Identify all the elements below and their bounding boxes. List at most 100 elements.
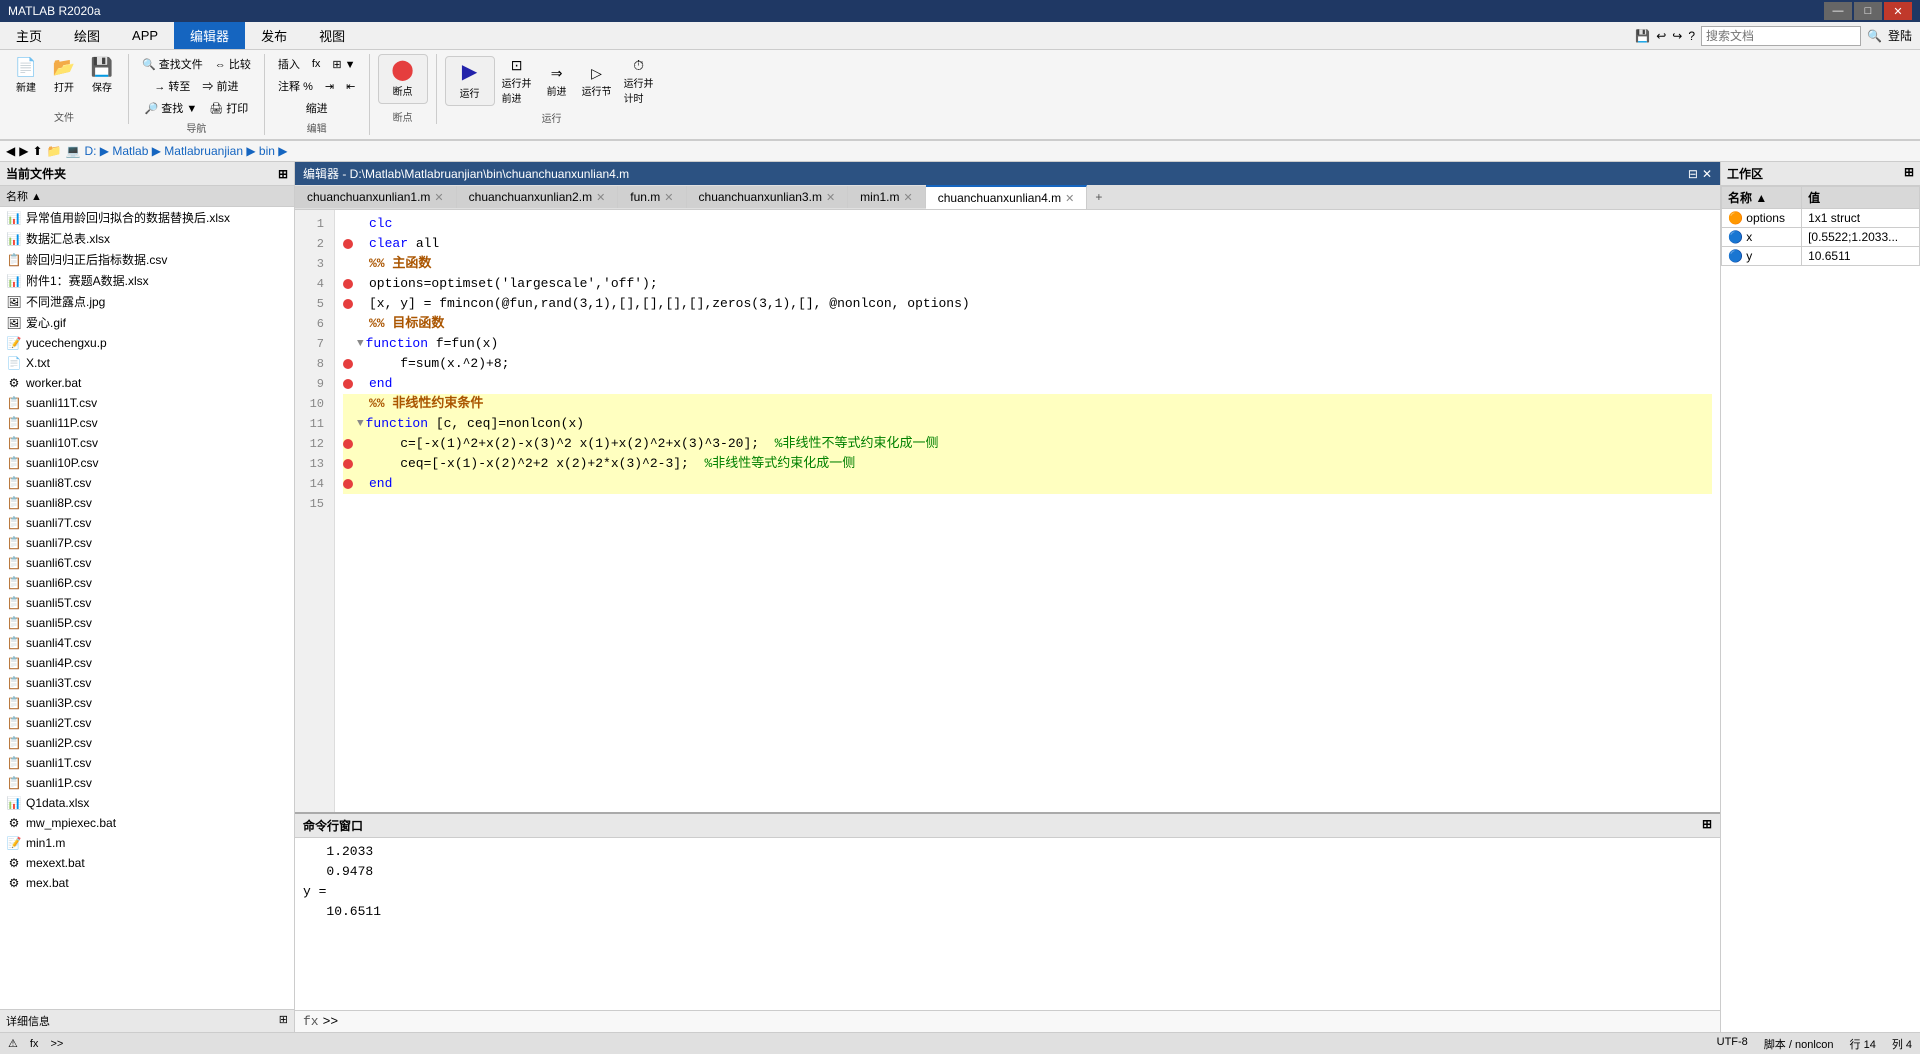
list-item[interactable]: 📋suanli8T.csv xyxy=(0,473,294,493)
fold-icon[interactable]: ▼ xyxy=(357,414,364,434)
indent2-button[interactable]: ⇥ xyxy=(320,78,339,95)
code-line[interactable]: options=optimset('largescale','off'); xyxy=(343,274,1712,294)
tab-close-icon[interactable]: ✕ xyxy=(1065,192,1074,205)
find-file-button[interactable]: 🔍 查找文件 xyxy=(137,54,208,74)
open-button[interactable]: 📂 打开 xyxy=(46,54,82,97)
code-line[interactable]: f=sum(x.^2)+8; xyxy=(343,354,1712,374)
code-line[interactable]: ceq=[-x(1)-x(2)^2+2 x(2)+2*x(3)^2-3]; %非… xyxy=(343,454,1712,474)
list-item[interactable]: 📋suanli10T.csv xyxy=(0,433,294,453)
list-item[interactable]: 🖼爱心.gif xyxy=(0,312,294,333)
list-item[interactable]: 📋龄回归归正后指标数据.csv xyxy=(0,249,294,270)
tab-close-icon[interactable]: ✕ xyxy=(904,191,913,204)
tab-close-icon[interactable]: ✕ xyxy=(434,191,443,204)
undo-icon[interactable]: ↩ xyxy=(1656,29,1666,43)
add-tab-button[interactable]: + xyxy=(1087,186,1110,208)
minimize-button[interactable]: — xyxy=(1824,2,1852,20)
list-item[interactable]: 📊数据汇总表.xlsx xyxy=(0,228,294,249)
list-item[interactable]: 📊异常值用龄回归拟合的数据替换后.xlsx xyxy=(0,207,294,228)
path-matlabruanjian[interactable]: Matlabruanjian xyxy=(164,144,243,158)
ws-row[interactable]: 🔵 x[0.5522;1.2033... xyxy=(1722,228,1920,247)
path-d[interactable]: D: xyxy=(84,144,96,158)
indent-button[interactable]: ⊞ ▼ xyxy=(327,56,360,73)
forward-nav-btn[interactable]: ▶ xyxy=(19,144,28,158)
list-item[interactable]: 📋suanli4P.csv xyxy=(0,653,294,673)
list-item[interactable]: 📋suanli6P.csv xyxy=(0,573,294,593)
code-line[interactable]: clear all xyxy=(343,234,1712,254)
cmd-input[interactable] xyxy=(342,1014,1712,1029)
ws-row[interactable]: 🟠 options1x1 struct xyxy=(1722,209,1920,228)
list-item[interactable]: 📋suanli7T.csv xyxy=(0,513,294,533)
editor-tab[interactable]: fun.m✕ xyxy=(618,186,686,208)
insert-button[interactable]: 插入 xyxy=(273,54,305,74)
search-button[interactable]: 🔎 查找 ▼ xyxy=(140,98,203,118)
code-line[interactable]: [x, y] = fmincon(@fun,rand(3,1),[],[],[]… xyxy=(343,294,1712,314)
comment-button[interactable]: 注释 % xyxy=(273,76,318,96)
step-button[interactable]: ⇒ 前进 xyxy=(539,62,575,101)
list-item[interactable]: 📋suanli1T.csv xyxy=(0,753,294,773)
cmd-expand-icon[interactable]: ⊞ xyxy=(1702,817,1712,834)
login-btn[interactable]: 登陆 xyxy=(1888,27,1912,44)
search-btn[interactable]: 🔍 xyxy=(1867,29,1882,43)
detail-expand-icon[interactable]: ⊞ xyxy=(279,1013,288,1029)
outdent-button[interactable]: ⇤ xyxy=(341,78,360,95)
breakpoint-button[interactable]: ⬤ 断点 xyxy=(378,54,428,104)
maximize-button[interactable]: □ xyxy=(1854,2,1882,20)
list-item[interactable]: 📋suanli7P.csv xyxy=(0,533,294,553)
list-item[interactable]: 📋suanli5P.csv xyxy=(0,613,294,633)
up-nav-btn[interactable]: ⬆ xyxy=(32,144,42,158)
goto-button[interactable]: → 转至 xyxy=(149,76,195,96)
list-item[interactable]: 📋suanli10P.csv xyxy=(0,453,294,473)
print-button[interactable]: 🖨 打印 xyxy=(204,98,253,118)
list-item[interactable]: 📋suanli1P.csv xyxy=(0,773,294,793)
list-item[interactable]: ⚙mex.bat xyxy=(0,873,294,893)
code-line[interactable]: %% 主函数 xyxy=(343,254,1712,274)
menu-editor[interactable]: 编辑器 xyxy=(174,22,245,49)
code-line[interactable]: %% 非线性约束条件 xyxy=(343,394,1712,414)
list-item[interactable]: ⚙mexext.bat xyxy=(0,853,294,873)
list-item[interactable]: 📄X.txt xyxy=(0,353,294,373)
path-bin[interactable]: bin xyxy=(259,144,275,158)
menu-home[interactable]: 主页 xyxy=(0,22,58,49)
code-line[interactable]: end xyxy=(343,474,1712,494)
back-nav-btn[interactable]: ◀ xyxy=(6,144,15,158)
cmd-content[interactable]: 1.2033 0.9478y = 10.6511 xyxy=(295,838,1720,1010)
run-advance-button[interactable]: ⊡ 运行并前进 xyxy=(497,54,537,108)
code-lines[interactable]: clcclear all%% 主函数options=optimset('larg… xyxy=(335,210,1720,812)
run-timer-button[interactable]: ⏱ 运行并计时 xyxy=(619,54,659,108)
code-line[interactable]: c=[-x(1)^2+x(2)-x(3)^2 x(1)+x(2)^2+x(3)^… xyxy=(343,434,1712,454)
tab-close-icon[interactable]: ✕ xyxy=(596,191,605,204)
fx-button[interactable]: fx xyxy=(307,56,326,72)
menu-plot[interactable]: 绘图 xyxy=(58,22,116,49)
sidebar-expand-icon[interactable]: ⊞ xyxy=(278,167,288,181)
editor-close-icon[interactable]: ✕ xyxy=(1702,167,1712,181)
save-button[interactable]: 💾 保存 xyxy=(84,54,120,97)
list-item[interactable]: 📝min1.m xyxy=(0,833,294,853)
code-line[interactable]: ▼function f=fun(x) xyxy=(343,334,1712,354)
advance-button[interactable]: ⇒ 前进 xyxy=(197,76,243,96)
menu-publish[interactable]: 发布 xyxy=(245,22,303,49)
code-line[interactable]: end xyxy=(343,374,1712,394)
list-item[interactable]: 📋suanli6T.csv xyxy=(0,553,294,573)
code-line[interactable]: %% 目标函数 xyxy=(343,314,1712,334)
tab-close-icon[interactable]: ✕ xyxy=(664,191,673,204)
ws-row[interactable]: 🔵 y10.6511 xyxy=(1722,247,1920,266)
list-item[interactable]: 📋suanli2T.csv xyxy=(0,713,294,733)
compare-button[interactable]: ⇔ 比较 xyxy=(210,54,256,74)
new-button[interactable]: 📄 新建 xyxy=(8,54,44,97)
list-item[interactable]: 📋suanli5T.csv xyxy=(0,593,294,613)
list-item[interactable]: 📝yucechengxu.p xyxy=(0,333,294,353)
menu-app[interactable]: APP xyxy=(116,22,174,49)
list-item[interactable]: 📊Q1data.xlsx xyxy=(0,793,294,813)
list-item[interactable]: 📋suanli3P.csv xyxy=(0,693,294,713)
help-icon[interactable]: ? xyxy=(1688,29,1695,43)
code-line[interactable]: clc xyxy=(343,214,1712,234)
editor-tab[interactable]: chuanchuanxunlian3.m✕ xyxy=(687,186,849,208)
tab-close-icon[interactable]: ✕ xyxy=(826,191,835,204)
editor-tab[interactable]: min1.m✕ xyxy=(848,186,926,208)
list-item[interactable]: 📋suanli3T.csv xyxy=(0,673,294,693)
run-button[interactable]: ▶ 运行 xyxy=(445,56,495,106)
editor-tab[interactable]: chuanchuanxunlian2.m✕ xyxy=(457,186,619,208)
code-editor[interactable]: 123456789101112131415 clcclear all%% 主函数… xyxy=(295,210,1720,812)
list-item[interactable]: 📋suanli8P.csv xyxy=(0,493,294,513)
editor-tab[interactable]: chuanchuanxunlian1.m✕ xyxy=(295,186,457,208)
